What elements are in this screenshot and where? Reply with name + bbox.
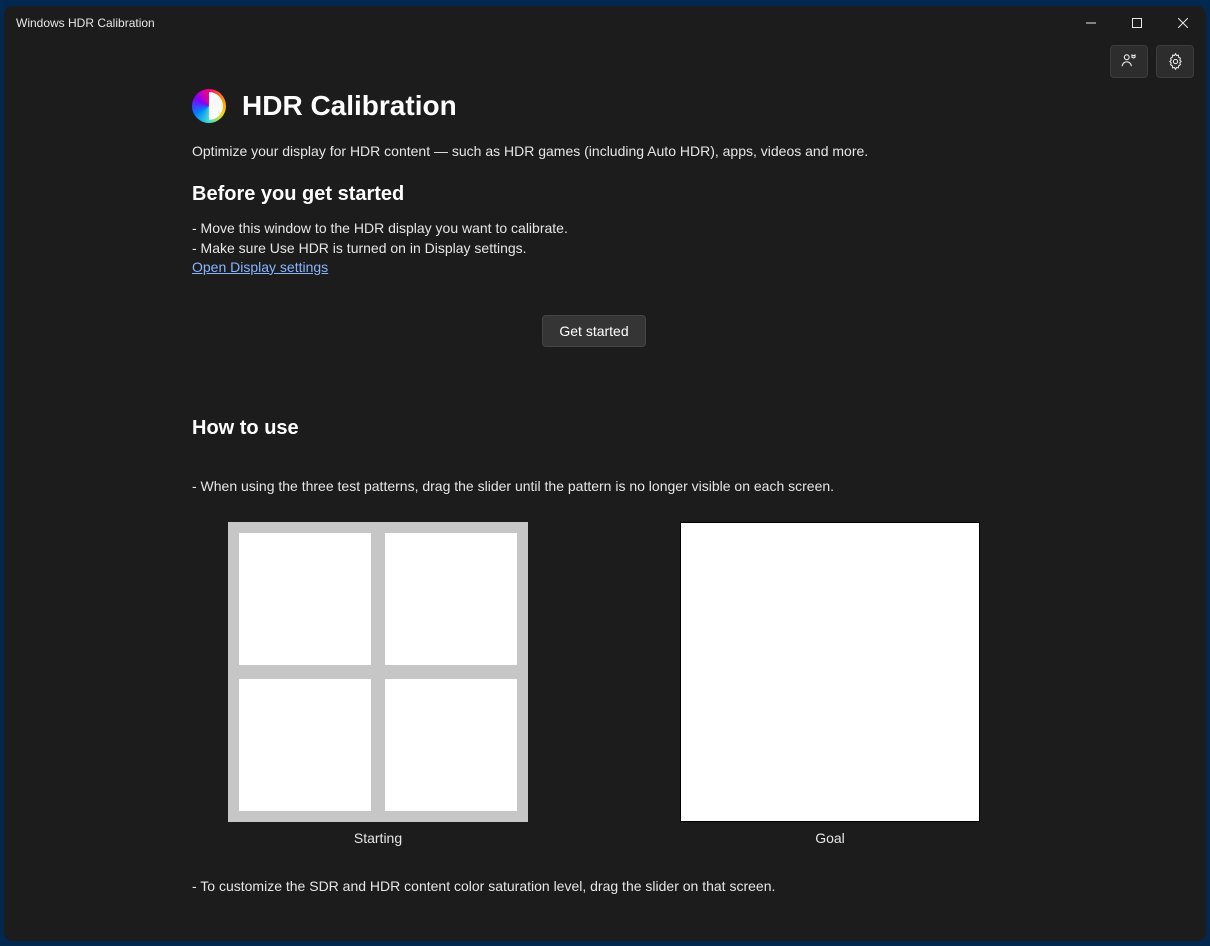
titlebar: Windows HDR Calibration: [4, 6, 1206, 39]
feedback-icon: [1120, 52, 1138, 70]
goal-inner: [685, 527, 975, 817]
toolbar: [4, 39, 1206, 83]
pattern-quad: [385, 679, 517, 811]
maximize-button[interactable]: [1114, 6, 1160, 39]
figure-caption-starting: Starting: [354, 830, 402, 846]
minimize-icon: [1086, 18, 1096, 28]
hdr-calibration-icon: [192, 89, 226, 123]
howto-instruction-2: - To customize the SDR and HDR content c…: [192, 876, 1196, 896]
intro-text: Optimize your display for HDR content — …: [192, 143, 1196, 159]
pattern-quad: [385, 533, 517, 665]
get-started-button[interactable]: Get started: [542, 315, 645, 347]
main-content[interactable]: HDR Calibration Optimize your display fo…: [4, 83, 1206, 941]
cta-row: Get started: [4, 315, 1184, 347]
page-title: HDR Calibration: [242, 90, 457, 122]
pattern-quad: [239, 679, 371, 811]
spacer: [192, 896, 1196, 941]
figure-starting: Starting: [228, 522, 528, 846]
pattern-grid: [239, 533, 517, 811]
window-title: Windows HDR Calibration: [16, 16, 155, 30]
gear-icon: [1167, 53, 1184, 70]
starting-pattern-image: [228, 522, 528, 822]
goal-pattern-image: [680, 522, 980, 822]
settings-button[interactable]: [1156, 45, 1194, 78]
close-icon: [1178, 18, 1188, 28]
open-display-settings-link[interactable]: Open Display settings: [192, 259, 328, 275]
page-header: HDR Calibration: [192, 89, 1196, 123]
pattern-quad: [239, 533, 371, 665]
feedback-button[interactable]: [1110, 45, 1148, 78]
window-controls: [1068, 6, 1206, 39]
howto-heading: How to use: [192, 417, 1196, 440]
figures-row: Starting Goal: [228, 522, 1196, 846]
close-button[interactable]: [1160, 6, 1206, 39]
app-window: Windows HDR Calibration: [4, 6, 1206, 941]
maximize-icon: [1132, 18, 1142, 28]
content-wrap: HDR Calibration Optimize your display fo…: [4, 83, 1206, 941]
howto-instruction-1: - When using the three test patterns, dr…: [192, 478, 1196, 494]
before-item-0: - Move this window to the HDR display yo…: [192, 218, 1196, 238]
before-heading: Before you get started: [192, 183, 1196, 206]
figure-goal: Goal: [680, 522, 980, 846]
before-item-1: - Make sure Use HDR is turned on in Disp…: [192, 238, 1196, 258]
minimize-button[interactable]: [1068, 6, 1114, 39]
before-list: - Move this window to the HDR display yo…: [192, 218, 1196, 277]
figure-caption-goal: Goal: [815, 830, 845, 846]
